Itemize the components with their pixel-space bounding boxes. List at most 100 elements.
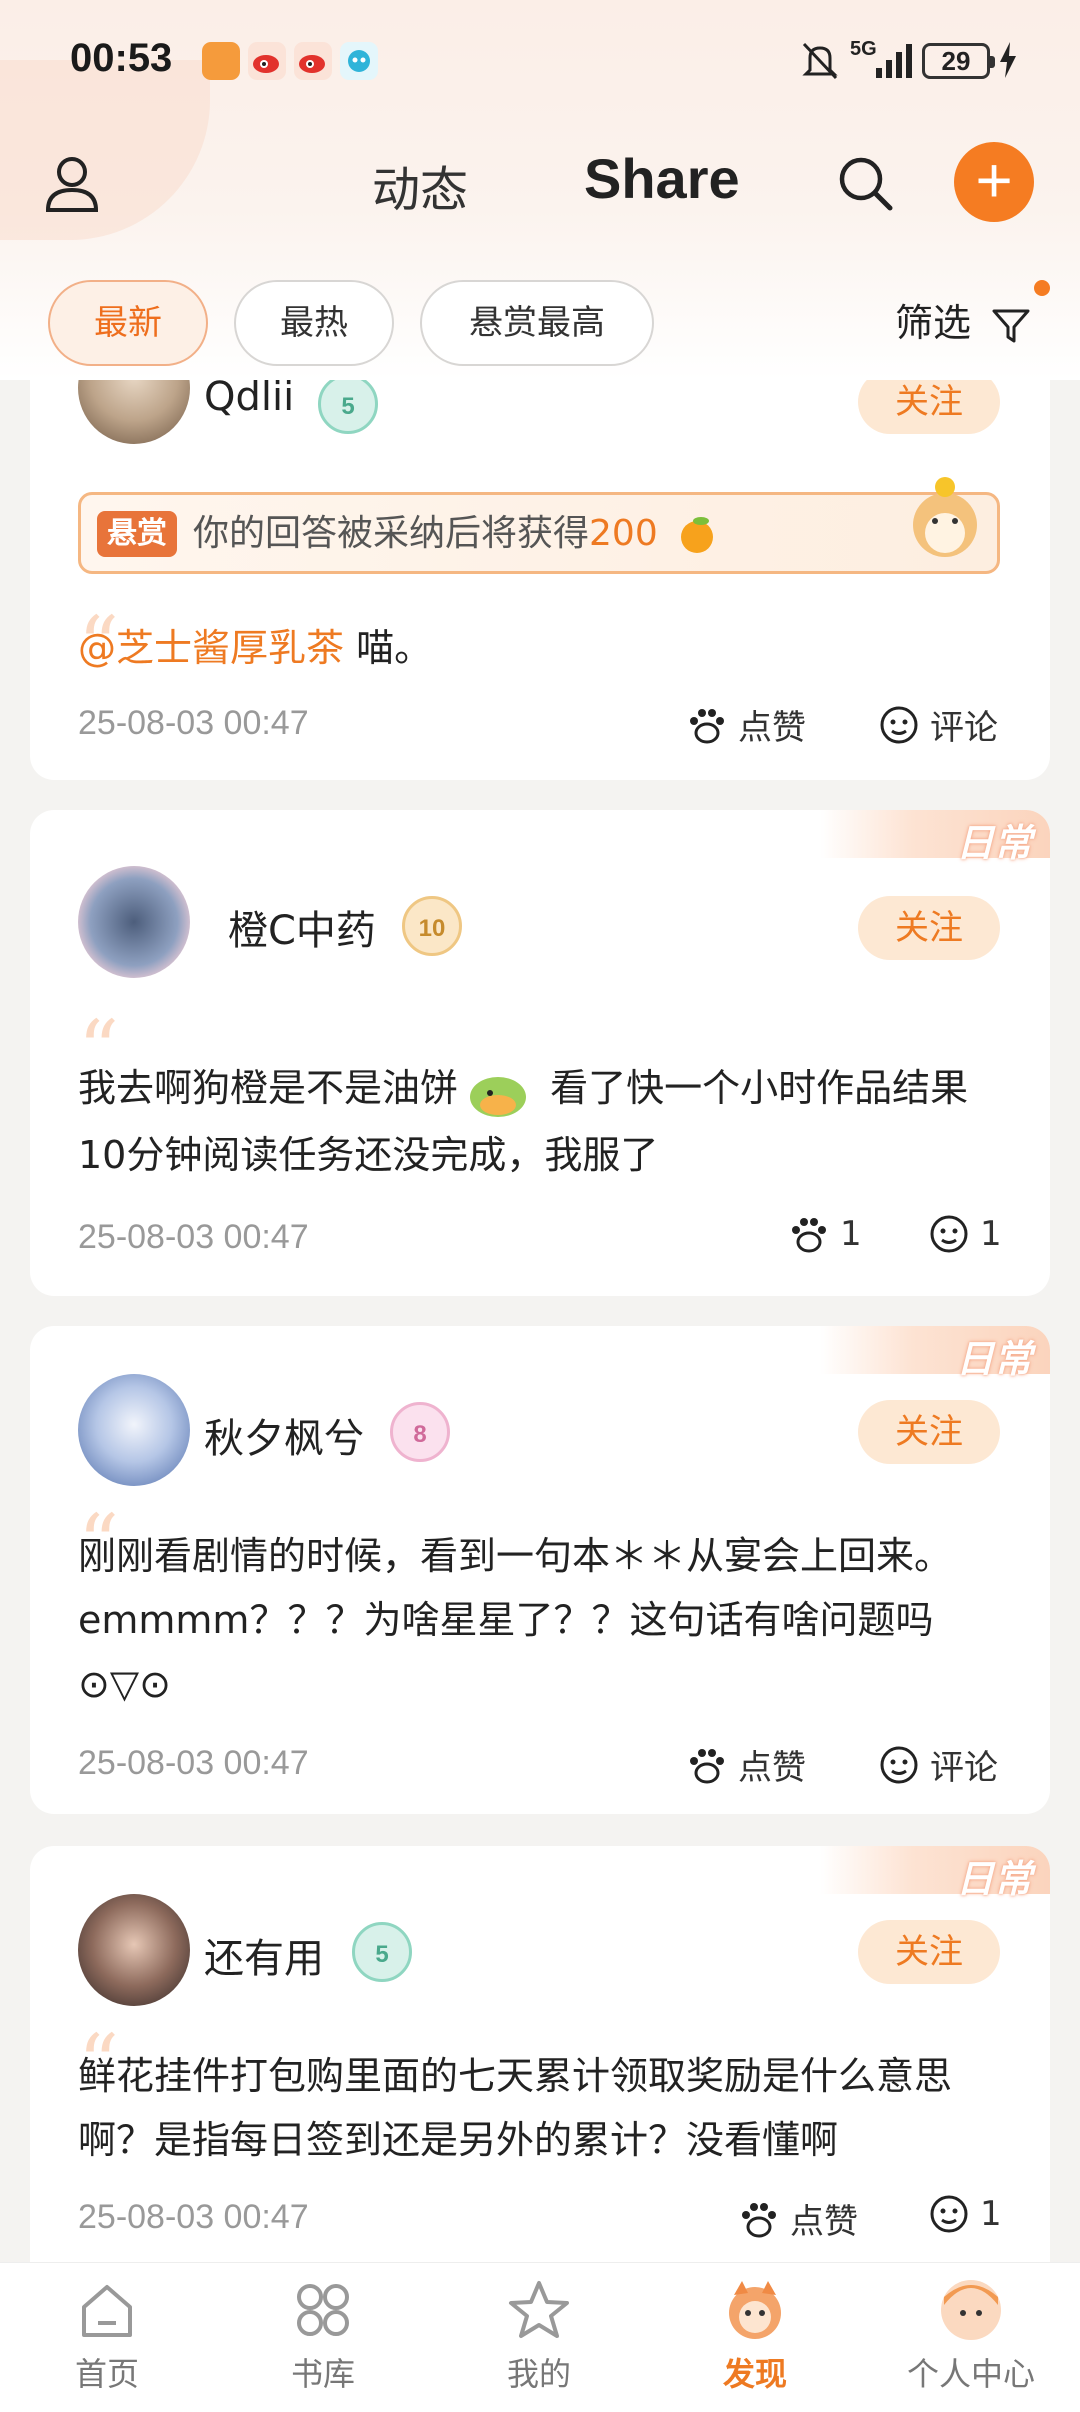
discover-mascot-icon — [729, 2281, 781, 2339]
post-content[interactable]: 鲜花挂件打包购里面的七天累计领取奖励是什么意思啊？是指每日签到还是另外的累计？没… — [78, 2044, 1008, 2172]
app-notification-icon — [202, 42, 240, 80]
status-bar: 00:53 5G 29 — [0, 0, 1080, 120]
signal-icon — [876, 44, 912, 78]
nav-item-home[interactable]: 首页 — [32, 2275, 182, 2395]
follow-button[interactable]: 关注 — [858, 1920, 1000, 1984]
post-content[interactable]: @芝士酱厚乳茶 喵。 — [78, 616, 1008, 680]
post-card[interactable]: 日常 秋夕枫兮 8 关注 “ 刚刚看剧情的时候，看到一句本＊＊从宴会上回来。em… — [30, 1326, 1050, 1814]
daily-tag: 日常 — [820, 1326, 1050, 1381]
reward-tag: 悬赏 — [97, 511, 177, 557]
filter-chip-hottest[interactable]: 最热 — [234, 280, 394, 366]
nav-label: 我的 — [506, 2355, 571, 2393]
comment-face-icon — [930, 1215, 968, 1253]
charging-icon — [1000, 42, 1016, 78]
follow-button[interactable]: 关注 — [858, 1400, 1000, 1464]
top-header: 动态 Share + — [0, 130, 1080, 240]
like-label: 点赞 — [790, 2202, 858, 2242]
status-time: 00:53 — [70, 36, 173, 80]
daily-tag: 日常 — [820, 810, 1050, 865]
bell-muted-icon — [802, 42, 838, 80]
mention-link[interactable]: @芝士酱厚乳茶 — [78, 626, 344, 670]
nav-label: 个人中心 — [906, 2355, 1035, 2393]
reward-banner: 悬赏 你的回答被采纳后将获得200 — [78, 477, 1000, 574]
comment-face-icon — [880, 706, 918, 743]
profile-icon[interactable] — [44, 154, 100, 214]
nav-item-mine[interactable]: 我的 — [464, 2275, 614, 2395]
nav-item-discover[interactable]: 发现 — [680, 2275, 830, 2395]
comment-button[interactable]: 1 — [928, 1214, 1002, 1254]
post-timestamp: 25-08-03 00:47 — [78, 2198, 309, 2236]
like-count: 1 — [840, 1214, 862, 1254]
post-card[interactable]: 日常 橙C中药 10 关注 “ 我去啊狗橙是不是油饼 看了快一个小时作品结果10… — [30, 810, 1050, 1296]
filter-chip-latest[interactable]: 最新 — [48, 280, 208, 366]
avatar[interactable] — [78, 866, 190, 978]
follow-button[interactable]: 关注 — [858, 896, 1000, 960]
notification-dot — [1034, 280, 1050, 296]
nav-item-profile[interactable]: 个人中心 — [896, 2275, 1046, 2395]
username[interactable]: Qdlii — [204, 380, 294, 420]
comment-label: 评论 — [930, 1748, 998, 1788]
add-post-button[interactable]: + — [954, 142, 1034, 222]
comment-count: 1 — [980, 1214, 1002, 1254]
orange-coin-icon — [681, 517, 714, 553]
level-badge: 5 — [318, 380, 378, 434]
bottom-nav: 首页 书库 我的 发现 个人中心 — [0, 2262, 1080, 2412]
like-button[interactable]: 点赞 — [738, 2194, 858, 2243]
parrot-emoji-icon — [470, 1076, 527, 1117]
search-icon[interactable] — [836, 154, 894, 212]
post-content[interactable]: 刚刚看剧情的时候，看到一句本＊＊从宴会上回来。emmmm？？？为啥星星了？？这句… — [78, 1524, 1008, 1716]
filter-button[interactable]: 筛选 — [895, 292, 1031, 347]
network-type: 5G — [850, 38, 877, 60]
home-icon — [82, 2285, 132, 2337]
paw-icon — [690, 708, 724, 743]
like-button[interactable]: 点赞 — [686, 1740, 806, 1789]
filter-chip-highest-reward[interactable]: 悬赏最高 — [420, 280, 654, 366]
weibo-icon — [294, 42, 332, 80]
app-notification-icon — [340, 42, 378, 80]
weibo-icon — [248, 42, 286, 80]
tab-dynamic[interactable]: 动态 — [372, 150, 468, 220]
post-timestamp: 25-08-03 00:47 — [78, 704, 309, 742]
avatar[interactable] — [78, 380, 190, 444]
comment-button[interactable]: 评论 — [878, 1740, 998, 1789]
like-button[interactable]: 点赞 — [686, 700, 806, 749]
daily-tag: 日常 — [820, 1846, 1050, 1901]
avatar[interactable] — [78, 1894, 190, 2006]
paw-icon — [792, 1218, 826, 1253]
filter-row: 最新 最热 悬赏最高 筛选 — [0, 270, 1080, 370]
comment-face-icon — [880, 1746, 918, 1783]
post-content[interactable]: 我去啊狗橙是不是油饼 看了快一个小时作品结果10分钟阅读任务还没完成，我服了 — [78, 1056, 1008, 1187]
comment-count: 1 — [980, 2194, 1002, 2234]
nav-label: 书库 — [290, 2355, 355, 2393]
funnel-icon — [992, 309, 1030, 342]
grid-icon — [297, 2284, 349, 2336]
comment-face-icon — [930, 2195, 968, 2233]
comment-button[interactable]: 1 — [928, 2194, 1002, 2234]
like-button[interactable]: 1 — [788, 1214, 862, 1254]
comment-button[interactable]: 评论 — [878, 700, 998, 749]
username[interactable]: 还有用 — [204, 1926, 324, 1984]
star-icon — [509, 2281, 569, 2338]
level-badge: 8 — [390, 1402, 450, 1462]
follow-button[interactable]: 关注 — [858, 380, 1000, 434]
nav-item-library[interactable]: 书库 — [248, 2275, 398, 2395]
post-timestamp: 25-08-03 00:47 — [78, 1744, 309, 1782]
mascot-shiba-icon — [913, 477, 977, 557]
like-label: 点赞 — [738, 1748, 806, 1788]
reward-text: 你的回答被采纳后将获得200 — [193, 511, 719, 557]
level-badge: 5 — [352, 1922, 412, 1982]
reward-amount: 200 — [589, 513, 658, 554]
username[interactable]: 橙C中药 — [228, 898, 376, 956]
post-card[interactable]: Qdlii 5 关注 悬赏 你的回答被采纳后将获得200 “ @芝士酱厚乳茶 喵… — [30, 380, 1050, 780]
post-card[interactable]: 日常 还有用 5 关注 “ 鲜花挂件打包购里面的七天累计领取奖励是什么意思啊？是… — [30, 1846, 1050, 2266]
like-label: 点赞 — [738, 708, 806, 748]
nav-label: 发现 — [722, 2355, 787, 2393]
tab-share[interactable]: Share — [584, 146, 740, 211]
paw-icon — [690, 1748, 724, 1783]
username[interactable]: 秋夕枫兮 — [204, 1406, 364, 1464]
battery-indicator: 29 — [922, 43, 995, 79]
level-badge: 10 — [402, 896, 462, 956]
filter-label: 筛选 — [895, 301, 972, 345]
post-timestamp: 25-08-03 00:47 — [78, 1218, 309, 1256]
avatar[interactable] — [78, 1374, 190, 1486]
